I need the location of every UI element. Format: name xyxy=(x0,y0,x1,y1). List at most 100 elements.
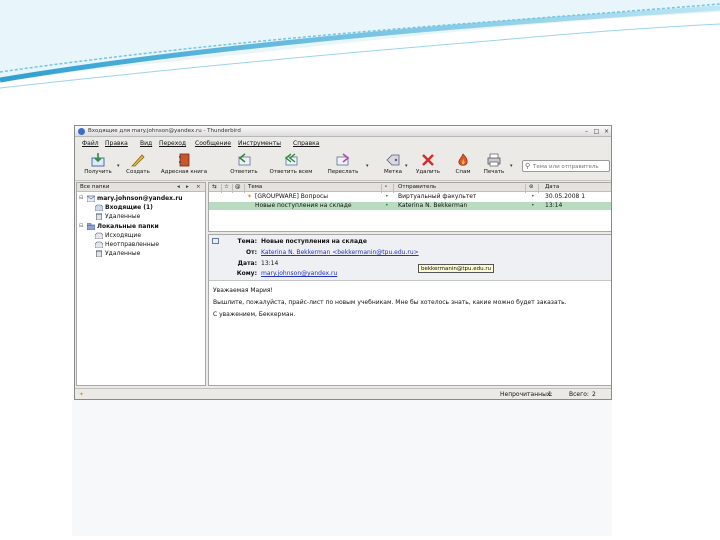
row-sender: Katerina N. Bekkerman xyxy=(398,202,468,209)
folder-pane: Все папки ◂ ▸ × ⊟ mary.johnson@yandex.ru… xyxy=(76,182,206,386)
get-mail-icon xyxy=(91,153,105,167)
subject-label: Тема: xyxy=(237,238,257,245)
folder-pane-close-icon[interactable]: × xyxy=(196,184,201,190)
local-folders-icon xyxy=(87,223,95,230)
junk-button[interactable]: Спам xyxy=(451,153,475,179)
search-icon: ⚲ xyxy=(525,162,531,170)
junk-flame-icon xyxy=(458,153,468,166)
message-body: Уважаемая Мария! Вышлите, пожалуйста, пр… xyxy=(213,287,607,323)
total-count: 2 xyxy=(592,391,596,398)
date-value: 13:14 xyxy=(261,260,279,267)
menu-bar: Файл Правка Вид Переход Сообщение Инстру… xyxy=(75,138,611,149)
read-column-header[interactable]: ∘ xyxy=(384,184,387,190)
maximize-icon[interactable]: □ xyxy=(592,127,601,136)
message-envelope-icon xyxy=(212,238,219,244)
status-bar: ✦ Непрочитанных: 1 Всего: 2 xyxy=(75,388,611,399)
unread-count-label: Непрочитанных: xyxy=(500,391,553,398)
row-sender: Виртуальный факультет xyxy=(398,193,477,200)
write-button[interactable]: Создать xyxy=(123,153,153,179)
star-column-header[interactable]: ☆ xyxy=(224,184,229,190)
message-list: ⇆ ☆ @ Тема ∘ Отправитель ⊚ Дата ✶ [GROUP… xyxy=(208,182,611,232)
slide-header-decoration xyxy=(0,0,720,89)
row-status-dot: • xyxy=(531,202,535,209)
row-date: 13:14 xyxy=(545,202,563,209)
attachment-column-header[interactable]: @ xyxy=(235,184,241,190)
pencil-icon xyxy=(131,154,145,167)
tag-button[interactable]: Метка xyxy=(379,153,407,179)
minimize-icon[interactable]: – xyxy=(582,127,591,136)
menu-tools[interactable]: Инструменты xyxy=(238,140,281,147)
forward-button[interactable]: Переслать xyxy=(321,153,365,179)
trash-icon xyxy=(96,213,102,220)
message-header: Тема: Новые поступления на складе От: Ka… xyxy=(209,235,611,281)
get-mail-button[interactable]: Получить xyxy=(79,153,117,179)
toolbar: Получить ▾ Создать Адресная книга Ответи… xyxy=(75,151,611,181)
folder-prev-icon[interactable]: ◂ xyxy=(177,184,180,190)
folder-pane-header: Все папки ◂ ▸ × xyxy=(77,183,205,192)
reply-icon xyxy=(238,153,251,166)
email-tooltip: bekkermanin@tpu.edu.ru xyxy=(418,264,495,273)
menu-message[interactable]: Сообщение xyxy=(195,140,231,147)
inbox-icon xyxy=(95,204,103,211)
from-link[interactable]: Katerina N. Bekkerman <bekkermanin@tpu.e… xyxy=(261,249,419,256)
row-read-dot: • xyxy=(385,202,389,209)
thunderbird-window: Входящие для mary.johnson@yandex.ru - Th… xyxy=(74,125,612,400)
tag-icon xyxy=(386,154,400,166)
sender-column-header[interactable]: Отправитель xyxy=(398,184,436,190)
forward-dropdown-icon[interactable]: ▾ xyxy=(366,163,369,169)
slide: Входящие для mary.johnson@yandex.ru - Th… xyxy=(0,0,720,540)
body-signature: С уважением, Беккерман. xyxy=(213,311,296,318)
thread-column-header[interactable]: ⇆ xyxy=(212,184,217,190)
account-collapse-icon[interactable]: ⊟ xyxy=(79,195,83,201)
account-icon xyxy=(87,195,95,202)
menu-edit[interactable]: Правка xyxy=(105,140,128,147)
title-bar: Входящие для mary.johnson@yandex.ru - Th… xyxy=(75,126,611,137)
menu-view[interactable]: Вид xyxy=(140,140,152,147)
message-preview-pane: Тема: Новые поступления на складе От: Ka… xyxy=(208,234,611,386)
menu-file[interactable]: Файл xyxy=(82,140,99,147)
local-folders-collapse-icon[interactable]: ⊟ xyxy=(79,223,83,229)
activity-icon: ✦ xyxy=(79,391,85,398)
unread-count: 1 xyxy=(548,391,552,398)
subject-value: Новые поступления на складе xyxy=(261,238,367,245)
search-input[interactable] xyxy=(533,162,609,171)
from-label: От: xyxy=(246,249,257,256)
row-subject: Новые поступления на складе xyxy=(255,202,352,209)
message-list-header: ⇆ ☆ @ Тема ∘ Отправитель ⊚ Дата xyxy=(209,183,611,193)
to-link[interactable]: mary.johnson@yandex.ru xyxy=(261,270,337,277)
tag-dropdown-icon[interactable]: ▾ xyxy=(405,163,408,169)
print-dropdown-icon[interactable]: ▾ xyxy=(510,163,513,169)
window-title: Входящие для mary.johnson@yandex.ru - Th… xyxy=(88,128,241,134)
reply-button[interactable]: Ответить xyxy=(226,153,262,179)
slide-content-area xyxy=(72,400,612,536)
total-count-label: Всего: xyxy=(569,391,589,398)
date-label: Дата: xyxy=(237,260,257,267)
subject-column-header[interactable]: Тема xyxy=(248,184,262,190)
row-status-dot: • xyxy=(531,193,535,200)
outbox-icon xyxy=(95,232,103,239)
unsent-icon xyxy=(95,241,103,248)
folder-next-icon[interactable]: ▸ xyxy=(186,184,189,190)
forward-icon xyxy=(336,153,350,166)
table-row-selected[interactable]: Новые поступления на складе • Katerina N… xyxy=(209,202,611,210)
trash-icon xyxy=(96,250,102,257)
junk-column-header[interactable]: ⊚ xyxy=(529,184,534,190)
delete-button[interactable]: Удалить xyxy=(411,153,445,179)
row-date: 30.05.2008 1 xyxy=(545,193,586,200)
reply-all-button[interactable]: Ответить всем xyxy=(267,153,315,179)
row-read-dot: • xyxy=(385,193,389,200)
close-icon[interactable]: × xyxy=(602,127,611,136)
search-box[interactable]: ⚲ xyxy=(522,160,610,172)
thunderbird-app-icon xyxy=(78,128,85,135)
table-row[interactable]: ✶ [GROUPWARE] Вопросы • Виртуальный факу… xyxy=(209,193,611,201)
date-column-header[interactable]: Дата xyxy=(545,184,559,190)
row-subject: [GROUPWARE] Вопросы xyxy=(255,193,329,200)
get-mail-dropdown-icon[interactable]: ▾ xyxy=(117,163,120,169)
print-button[interactable]: Печать xyxy=(479,153,509,179)
folder-view-label[interactable]: Все папки xyxy=(80,184,109,190)
menu-help[interactable]: Справка xyxy=(293,140,319,147)
address-book-button[interactable]: Адресная книга xyxy=(159,153,209,179)
body-text: Вышлите, пожалуйста, прайс-лист по новым… xyxy=(213,299,567,306)
body-greeting: Уважаемая Мария! xyxy=(213,287,273,294)
menu-go[interactable]: Переход xyxy=(159,140,186,147)
